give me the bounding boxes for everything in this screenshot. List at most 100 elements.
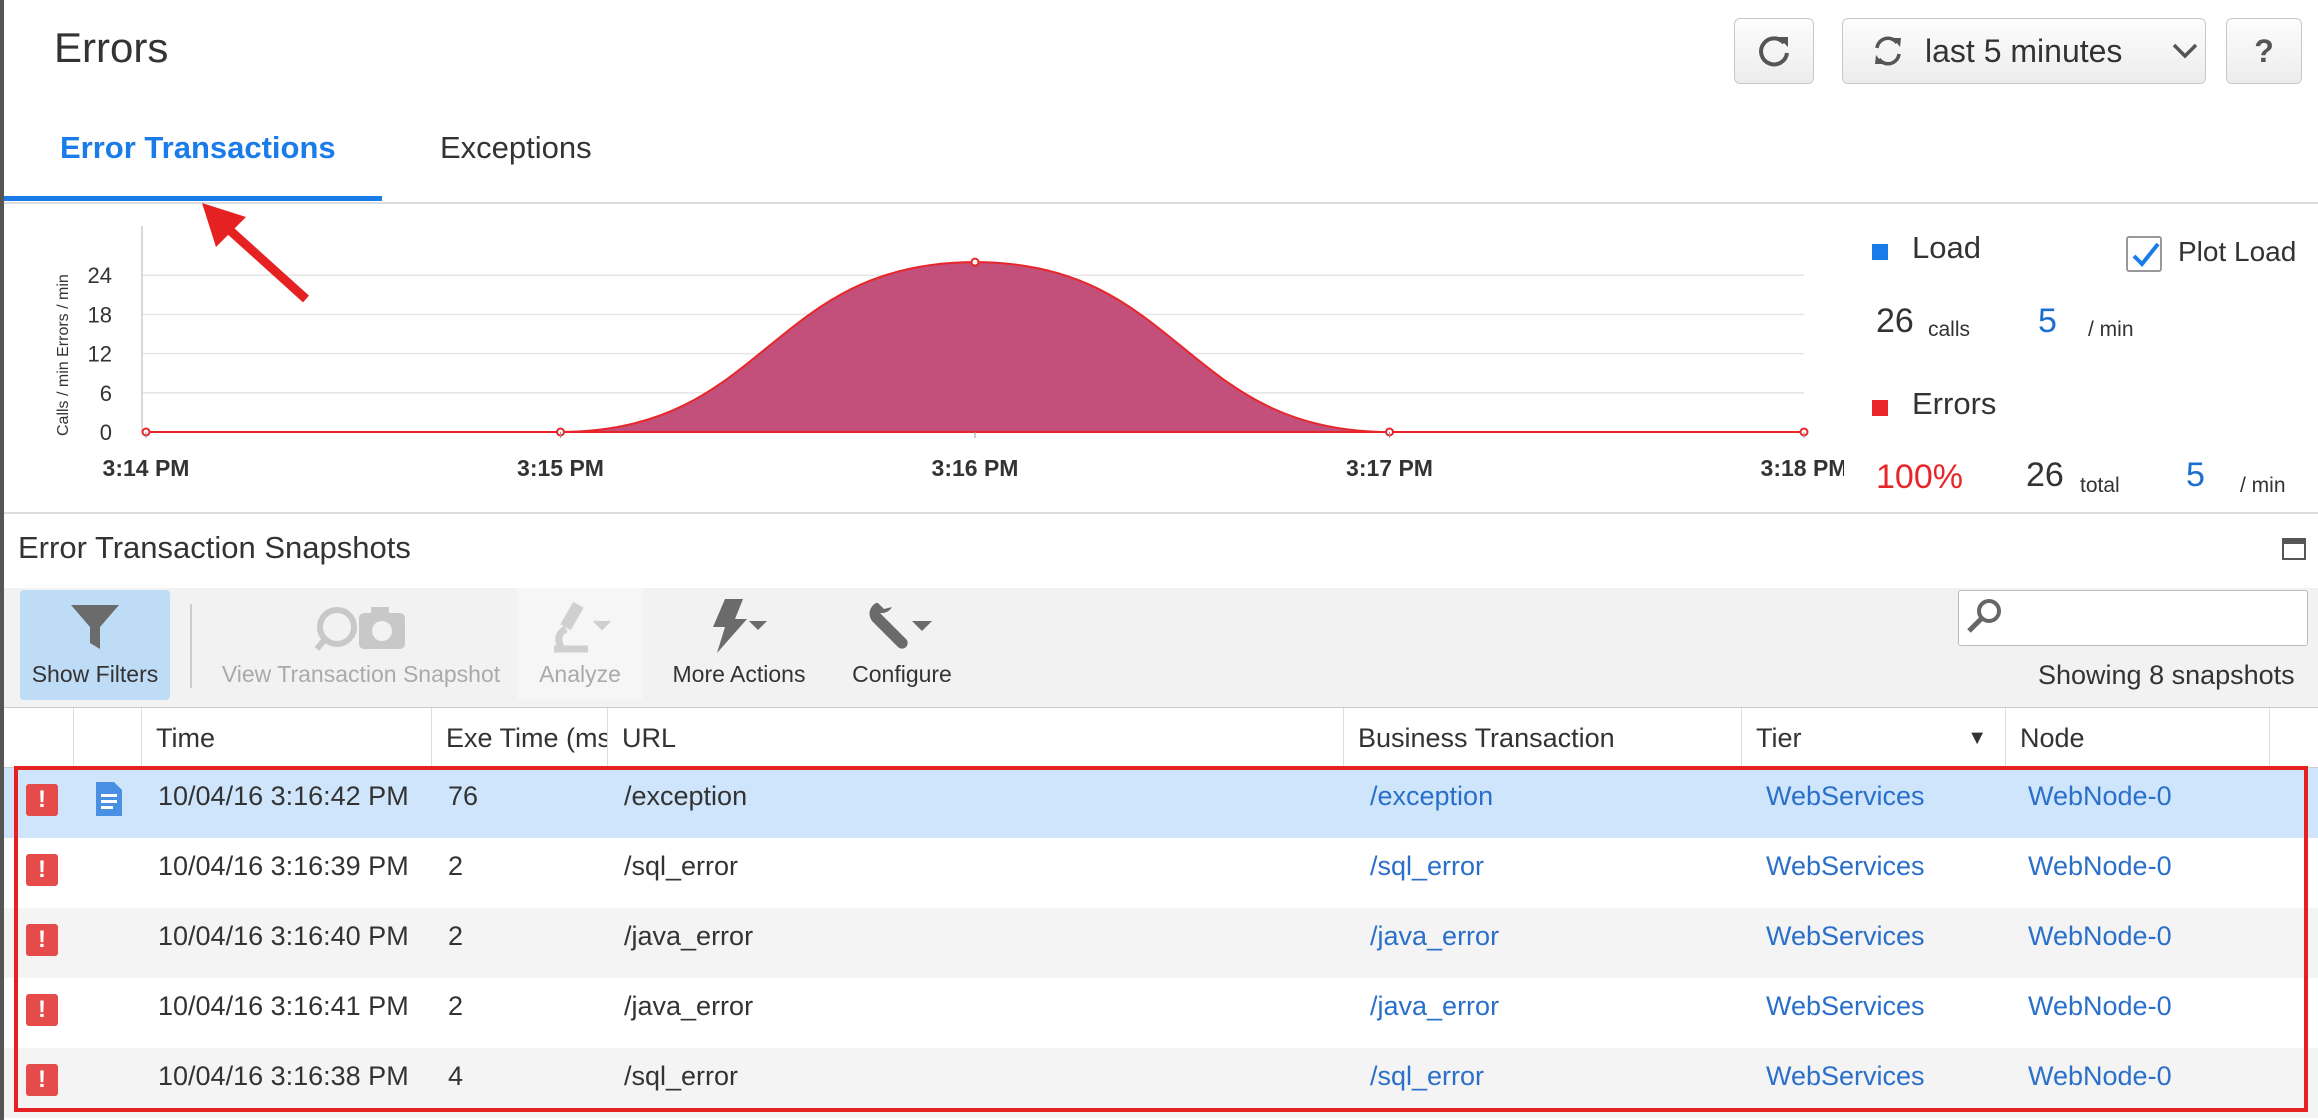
load-calls-value: 26 bbox=[1876, 302, 1914, 340]
auto-refresh-icon bbox=[1875, 36, 1901, 66]
error-icon: ! bbox=[26, 924, 58, 956]
active-tab-indicator bbox=[4, 196, 382, 201]
load-legend-swatch bbox=[1872, 244, 1888, 260]
errors-rate-unit: / min bbox=[2240, 474, 2286, 497]
column-header-exe-time[interactable]: Exe Time (ms bbox=[432, 708, 608, 768]
more-actions-label: More Actions bbox=[672, 661, 806, 687]
view-transaction-snapshot-button[interactable]: View Transaction Snapshot bbox=[216, 588, 506, 700]
errors-rate-value: 5 bbox=[2186, 456, 2205, 494]
checkmark-icon bbox=[2132, 242, 2160, 267]
errors-total-value: 26 bbox=[2026, 456, 2064, 494]
cell-url: /java_error bbox=[624, 921, 754, 951]
table-header: Time Exe Time (ms URL Business Transacti… bbox=[4, 708, 2318, 768]
cell-tier-link[interactable]: WebServices bbox=[1766, 768, 1996, 838]
cell-exe-time: 76 bbox=[448, 781, 479, 811]
cell-url: /sql_error bbox=[624, 851, 739, 881]
cell-url: /exception bbox=[624, 781, 748, 811]
data-point[interactable] bbox=[970, 257, 980, 267]
cell-node-link[interactable]: WebNode-0 bbox=[2028, 838, 2258, 908]
x-tick-label: 3:18 PM bbox=[1761, 455, 1844, 481]
tab-error-transactions[interactable]: Error Transactions bbox=[60, 130, 336, 166]
y-axis-label: Calls / min Errors / min bbox=[55, 274, 72, 436]
filter-icon bbox=[71, 605, 119, 649]
lightning-icon bbox=[713, 599, 767, 653]
y-tick-label: 0 bbox=[100, 420, 112, 445]
table-row[interactable]: ! 10/04/16 3:16:42 PM 76/exception/excepti… bbox=[4, 768, 2318, 838]
error-icon: ! bbox=[26, 784, 58, 816]
cell-tier-link[interactable]: WebServices bbox=[1766, 978, 1996, 1048]
column-header-business-transaction[interactable]: Business Transaction bbox=[1344, 708, 1742, 768]
cell-tier-link[interactable]: WebServices bbox=[1766, 838, 1996, 908]
page-title: Errors bbox=[54, 24, 169, 71]
cell-exe-time: 2 bbox=[448, 851, 464, 881]
analyze-label: Analyze bbox=[539, 661, 621, 687]
analyze-button[interactable]: Analyze bbox=[518, 588, 642, 700]
column-header-time[interactable]: Time bbox=[142, 708, 432, 768]
table-row[interactable]: ! 10/04/16 3:16:39 PM 2/sql_error/sql_erro… bbox=[4, 838, 2318, 908]
cell-exe-time: 2 bbox=[448, 921, 464, 951]
error-icon: ! bbox=[26, 1064, 58, 1096]
table-row[interactable]: ! 10/04/16 3:16:41 PM 2/java_error/java_er… bbox=[4, 978, 2318, 1048]
cell-node-link[interactable]: WebNode-0 bbox=[2028, 768, 2258, 838]
cell-url: /java_error bbox=[624, 991, 754, 1021]
x-tick-label: 3:15 PM bbox=[517, 455, 604, 481]
y-tick-label: 24 bbox=[88, 263, 112, 288]
table-body: ! 10/04/16 3:16:42 PM 76/exception/excepti… bbox=[4, 768, 2318, 1118]
configure-button[interactable]: Configure bbox=[838, 588, 966, 700]
cell-business-transaction-link[interactable]: /sql_error bbox=[1370, 838, 1730, 908]
cell-tier-link[interactable]: WebServices bbox=[1766, 908, 1996, 978]
load-calls-unit: calls bbox=[1928, 318, 1971, 341]
refresh-button[interactable] bbox=[1734, 18, 1814, 84]
snapshot-count: Showing 8 snapshots bbox=[2038, 660, 2295, 690]
cell-tier-link[interactable]: WebServices bbox=[1766, 1048, 1996, 1118]
plot-load-label: Plot Load bbox=[2178, 236, 2297, 267]
plot-load-checkbox[interactable] bbox=[2126, 236, 2162, 272]
x-tick-label: 3:16 PM bbox=[932, 455, 1019, 481]
errors-total-unit: total bbox=[2080, 474, 2120, 497]
snapshots-panel-title: Error Transaction Snapshots bbox=[18, 530, 411, 565]
cell-exe-time: 4 bbox=[448, 1061, 464, 1091]
cell-exe-time: 2 bbox=[448, 991, 464, 1021]
load-legend-label: Load bbox=[1912, 230, 1981, 265]
error-icon: ! bbox=[26, 994, 58, 1026]
view-snapshot-label: View Transaction Snapshot bbox=[221, 661, 501, 687]
y-tick-label: 18 bbox=[88, 302, 112, 327]
cell-node-link[interactable]: WebNode-0 bbox=[2028, 978, 2258, 1048]
more-actions-button[interactable]: More Actions bbox=[656, 588, 822, 700]
search-input[interactable] bbox=[1958, 590, 2308, 646]
errors-area bbox=[146, 261, 1804, 434]
table-row[interactable]: ! 10/04/16 3:16:38 PM 4/sql_error/sql_erro… bbox=[4, 1048, 2318, 1118]
tab-exceptions[interactable]: Exceptions bbox=[440, 130, 592, 166]
errors-legend-label: Errors bbox=[1912, 386, 1997, 421]
cell-business-transaction-link[interactable]: /java_error bbox=[1370, 908, 1730, 978]
cell-business-transaction-link[interactable]: /sql_error bbox=[1370, 1048, 1730, 1118]
cell-time: 10/04/16 3:16:42 PM bbox=[158, 781, 409, 811]
errors-percent: 100% bbox=[1876, 458, 1963, 496]
document-icon[interactable] bbox=[92, 780, 126, 818]
y-tick-label: 12 bbox=[88, 342, 112, 367]
snapshots-toolbar: Show Filters View Transaction Snapshot A… bbox=[4, 588, 2318, 708]
column-header-node[interactable]: Node bbox=[2006, 708, 2270, 768]
cell-node-link[interactable]: WebNode-0 bbox=[2028, 908, 2258, 978]
wrench-icon bbox=[869, 603, 932, 649]
time-range-dropdown[interactable]: last 5 minutes bbox=[1842, 18, 2206, 84]
tab-bar: Error Transactions Exceptions bbox=[4, 100, 2318, 204]
cell-business-transaction-link[interactable]: /exception bbox=[1370, 768, 1730, 838]
cell-url: /sql_error bbox=[624, 1061, 739, 1091]
column-header-url[interactable]: URL bbox=[608, 708, 1344, 768]
help-button[interactable]: ? bbox=[2226, 18, 2302, 84]
column-header-icon1 bbox=[4, 708, 74, 768]
table-row[interactable]: ! 10/04/16 3:16:40 PM 2/java_error/java_er… bbox=[4, 908, 2318, 978]
maximize-icon[interactable] bbox=[2282, 538, 2306, 560]
cell-time: 10/04/16 3:16:39 PM bbox=[158, 851, 409, 881]
chevron-down-icon bbox=[2173, 43, 2198, 59]
annotation-arrow bbox=[202, 203, 310, 303]
panel-divider bbox=[4, 512, 2318, 514]
cell-node-link[interactable]: WebNode-0 bbox=[2028, 1048, 2258, 1118]
column-header-tier[interactable]: Tier ▼ bbox=[1742, 708, 2006, 768]
cell-business-transaction-link[interactable]: /java_error bbox=[1370, 978, 1730, 1048]
show-filters-button[interactable]: Show Filters bbox=[20, 590, 170, 700]
column-header-icon2 bbox=[74, 708, 142, 768]
show-filters-label: Show Filters bbox=[31, 661, 159, 687]
x-tick-label: 3:14 PM bbox=[103, 455, 190, 481]
